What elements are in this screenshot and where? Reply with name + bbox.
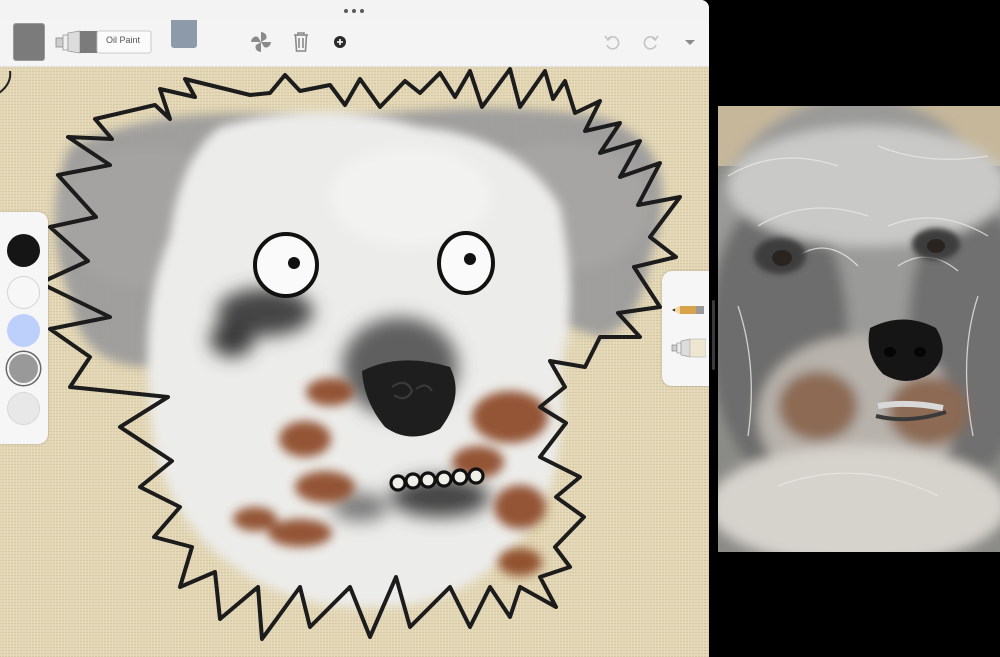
brush-selector[interactable]: Oil Paint: [54, 28, 154, 56]
menu-button[interactable]: [678, 30, 702, 54]
paint-tube-icon: [671, 338, 707, 358]
painting-app: Oil Paint: [0, 0, 709, 657]
redo-button[interactable]: [639, 30, 663, 54]
paint-tube-tool[interactable]: [670, 335, 707, 361]
multitasking-bar: [0, 0, 709, 20]
pinwheel-button[interactable]: [249, 30, 273, 54]
reference-photo: [718, 106, 1000, 552]
undo-button[interactable]: [600, 30, 624, 54]
multitasking-handle[interactable]: [344, 9, 364, 13]
brush-name-label: Oil Paint: [106, 35, 141, 45]
trash-icon: [294, 32, 308, 52]
plus-circle-icon: [334, 36, 346, 48]
color-tab[interactable]: [171, 20, 197, 48]
pencil-tool[interactable]: [670, 297, 706, 323]
palette-color-light-grey[interactable]: [7, 392, 40, 425]
pinwheel-icon: [251, 32, 271, 52]
dog-painting: [0, 67, 709, 657]
undo-icon: [604, 35, 620, 50]
palette-color-light-blue[interactable]: [7, 314, 40, 347]
trash-button[interactable]: [289, 30, 313, 54]
chevron-down-icon: [685, 40, 695, 45]
palette-color-black[interactable]: [7, 234, 40, 267]
split-view-grip[interactable]: [712, 300, 715, 370]
palette-color-grey[interactable]: [7, 352, 40, 385]
pencil-icon: [672, 306, 704, 314]
top-toolbar: Oil Paint: [0, 20, 709, 67]
color-palette: [0, 212, 48, 444]
redo-icon: [643, 35, 659, 50]
add-button[interactable]: [328, 30, 352, 54]
palette-color-white[interactable]: [7, 276, 40, 309]
tool-palette: [662, 271, 709, 386]
current-color-swatch[interactable]: [13, 23, 45, 61]
dog-photo: [718, 106, 1000, 552]
drawing-canvas[interactable]: [0, 67, 709, 657]
